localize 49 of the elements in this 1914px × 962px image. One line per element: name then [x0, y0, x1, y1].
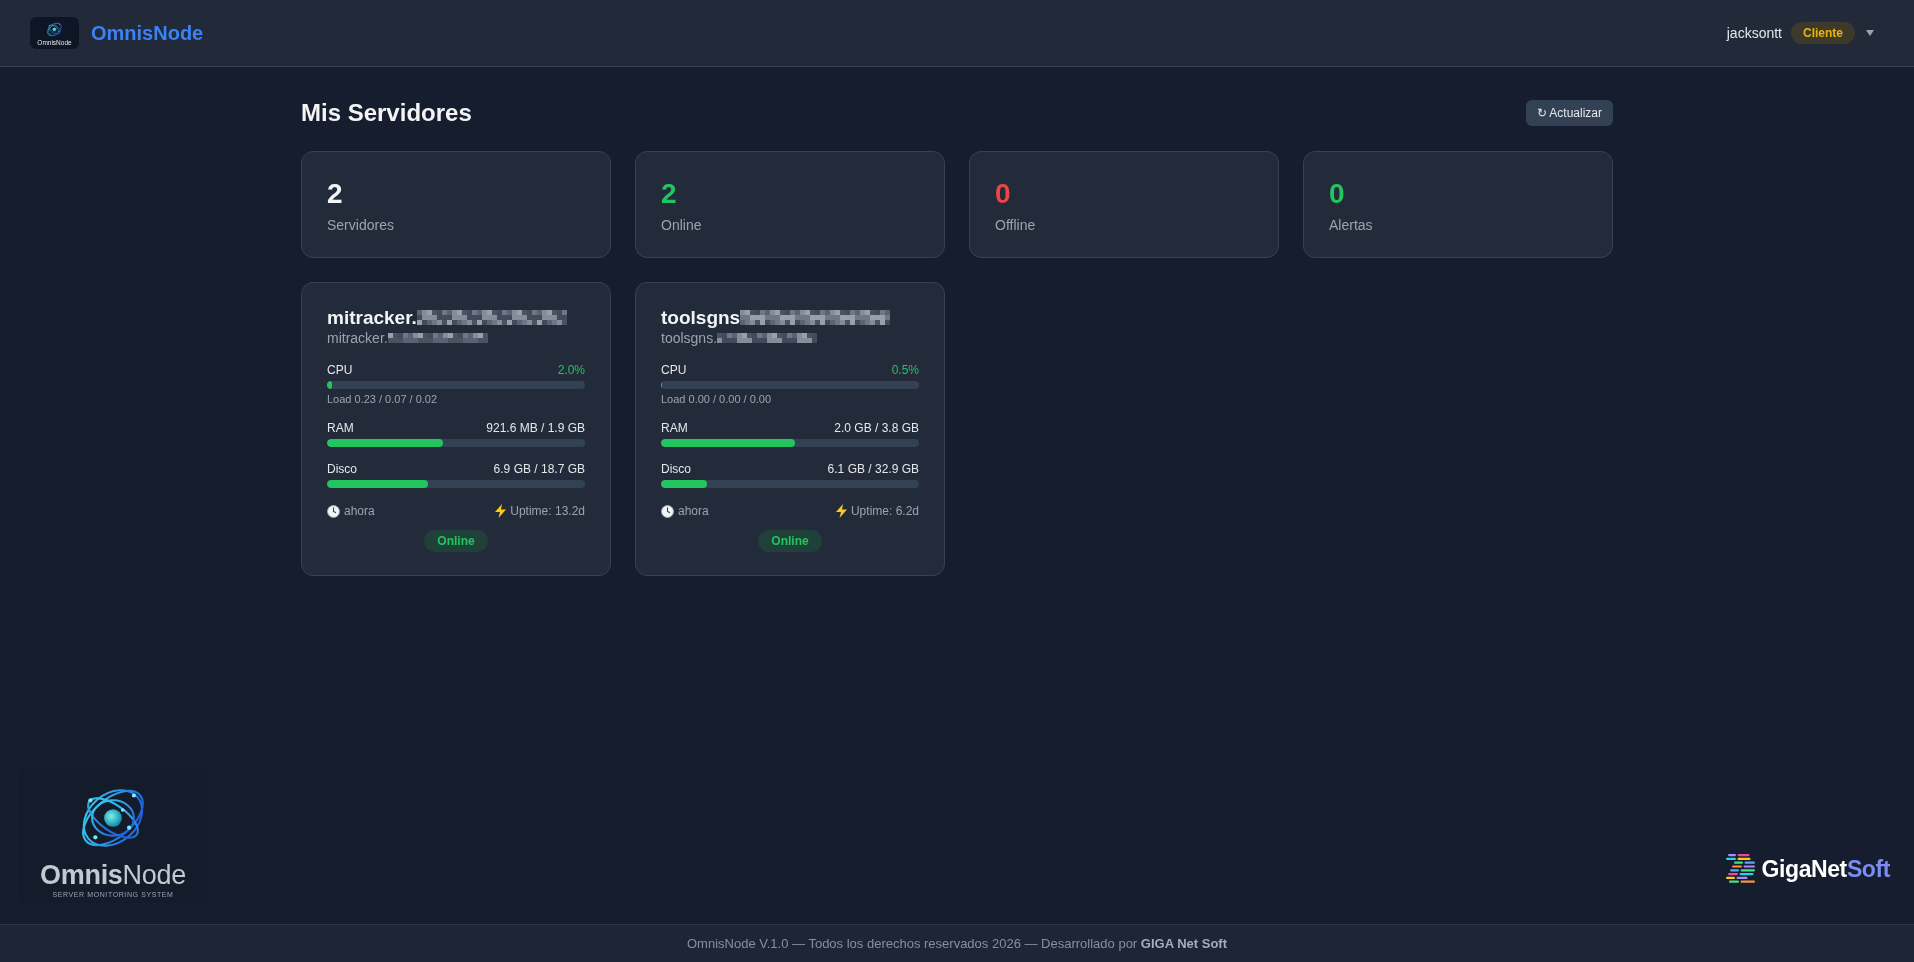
- metric-label: RAM: [327, 420, 354, 436]
- username: jacksontt: [1726, 25, 1782, 41]
- server-name: toolsgns: [661, 306, 741, 329]
- striped-logo-icon: [1725, 854, 1755, 884]
- status-badge: Online: [424, 530, 488, 552]
- clock-icon: [327, 504, 340, 518]
- load-average: Load 0.23 / 0.07 / 0.02: [327, 392, 438, 406]
- app-title[interactable]: OmnisNode: [91, 21, 204, 45]
- uptime: Uptime: 13.2d: [510, 503, 585, 519]
- uptime: Uptime: 6.2d: [850, 503, 919, 519]
- server-card[interactable]: mitracker. mitracker. CPU 2.0% Load 0.23 / 0.07 / 0.02 RAM 921.6 MB / 1.9 GB Disco 6.9 GB / 18.7 GB ahora Uptime: 13.2d Online: [301, 282, 611, 576]
- company-wordmark: GigaNetSoft: [1761, 855, 1890, 883]
- server-name: mitracker.: [327, 306, 417, 329]
- metric-reading: 921.6 MB / 1.9 GB: [486, 420, 585, 436]
- logo-wordmark: OmnisNode: [40, 861, 186, 889]
- metric-label: Disco: [661, 461, 691, 477]
- metric-reading: 2.0%: [557, 362, 585, 378]
- clock-icon: [661, 504, 674, 518]
- last-seen: ahora: [344, 503, 375, 519]
- stat-value: 0: [995, 177, 1011, 211]
- stat-value: 0: [1329, 177, 1345, 211]
- lightning-icon: [835, 504, 847, 518]
- stat-value: 2: [327, 177, 343, 211]
- stat-value: 2: [661, 177, 677, 211]
- metric-reading: 6.9 GB / 18.7 GB: [493, 461, 585, 477]
- role-badge: Cliente: [1791, 22, 1855, 44]
- stat-label: Servidores: [327, 216, 394, 234]
- stat-label: Offline: [995, 216, 1036, 234]
- metric-label: RAM: [661, 420, 688, 436]
- metric-reading: 6.1 GB / 32.9 GB: [827, 461, 919, 477]
- stat-label: Online: [661, 216, 702, 234]
- stat-label: Alertas: [1329, 216, 1373, 234]
- refresh-button[interactable]: ↻ Actualizar: [1525, 100, 1613, 126]
- metric-reading: 2.0 GB / 3.8 GB: [834, 420, 919, 436]
- lightning-icon: [495, 504, 507, 518]
- atom-logo-icon: [46, 20, 63, 38]
- caret-icon[interactable]: [1866, 30, 1874, 36]
- server-host: mitracker.: [327, 329, 388, 347]
- footer-text: OmnisNode V.1.0 — Todos los derechos reservados 2026 — Desarrollado por GIGA Net Soft: [687, 936, 1227, 951]
- last-seen: ahora: [678, 503, 709, 519]
- server-card[interactable]: toolsgns toolsgns. CPU 0.5% Load 0.00 / 0.00 / 0.00 RAM 2.0 GB / 3.8 GB Disco 6.1 GB / 32.9 GB ahora Uptime: 6.2d Online: [635, 282, 945, 576]
- metric-label: Disco: [327, 461, 357, 477]
- load-average: Load 0.00 / 0.00 / 0.00: [661, 392, 772, 406]
- metric-reading: 0.5%: [891, 362, 919, 378]
- metric-label: CPU: [327, 362, 353, 378]
- server-host: toolsgns.: [661, 329, 718, 347]
- metric-label: CPU: [661, 362, 687, 378]
- status-badge: Online: [758, 530, 822, 552]
- page-title: Mis Servidores: [301, 99, 472, 127]
